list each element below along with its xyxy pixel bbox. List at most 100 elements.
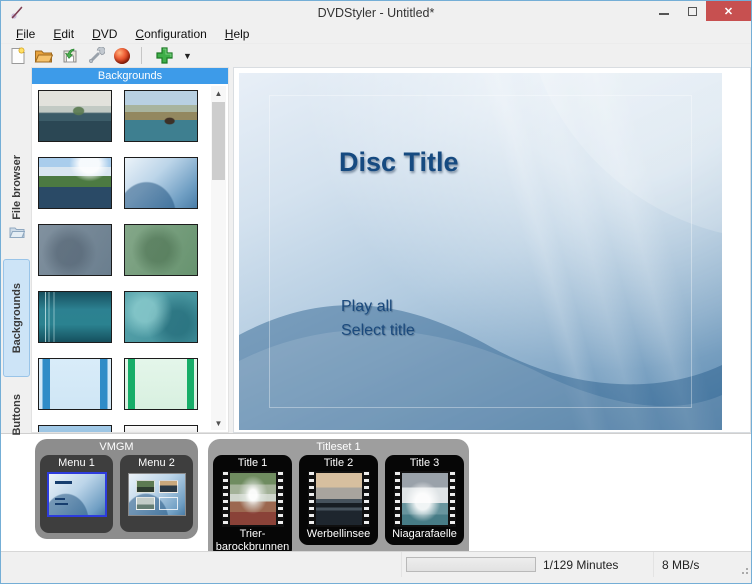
- side-tab-strip: File browser Backgrounds Buttons: [1, 67, 31, 433]
- tab-buttons-label: Buttons: [11, 394, 23, 436]
- mini-photo-1: [136, 480, 155, 493]
- menu-1-label: Menu 1: [42, 457, 111, 470]
- close-button[interactable]: ✕: [706, 1, 751, 21]
- background-thumbnail-blue-bars[interactable]: [38, 358, 112, 410]
- menu-button-play-all[interactable]: Play all: [341, 298, 393, 316]
- toolbar: ▼: [1, 44, 751, 67]
- title-3-item[interactable]: Title 3 Niagarafaelle: [385, 455, 464, 545]
- add-dropdown-caret[interactable]: ▼: [183, 51, 192, 61]
- menu-edit[interactable]: Edit: [44, 25, 83, 43]
- duration-text: 1/129 Minutes: [543, 558, 618, 572]
- disc-title-text[interactable]: Disc Title: [339, 147, 459, 178]
- background-thumbnail-silver-gradient[interactable]: [124, 425, 198, 433]
- burn-button[interactable]: [111, 46, 132, 66]
- backgrounds-pane-caption[interactable]: Backgrounds: [32, 68, 228, 84]
- title-1-filmstrip: [222, 471, 284, 527]
- waterfall-photo: [402, 473, 448, 525]
- background-thumbnail-coast-ship[interactable]: [124, 90, 198, 142]
- menu-2-label: Menu 2: [122, 457, 191, 470]
- titleset-group: Titleset 1 Title 1 Trier-barockbrunnen T…: [208, 439, 469, 564]
- tab-buttons[interactable]: Buttons: [3, 383, 30, 447]
- titleset-label: Titleset 1: [213, 441, 464, 454]
- dvdstyler-window: DVDStyler - Untitled* ✕ File Edit DVD Co…: [0, 0, 752, 584]
- title-1-item[interactable]: Title 1 Trier-barockbrunnen: [213, 455, 292, 558]
- status-field-bitrate: 8 MB/s: [654, 552, 751, 577]
- title-1-label: Title 1: [215, 457, 290, 470]
- bitrate-text: 8 MB/s: [662, 558, 699, 572]
- menu-configuration[interactable]: Configuration: [126, 25, 215, 43]
- main-area: File browser Backgrounds Buttons Backgro…: [1, 67, 751, 433]
- open-project-button[interactable]: [33, 46, 54, 66]
- mini-photo-3: [136, 497, 155, 510]
- title-bar[interactable]: DVDStyler - Untitled* ✕: [1, 1, 751, 24]
- title-browser: VMGM Menu 1 Menu 2: [1, 433, 751, 551]
- background-thumbnail-gray-blur[interactable]: [38, 224, 112, 276]
- background-thumbnail-teal-texture[interactable]: [124, 291, 198, 343]
- menu-help[interactable]: Help: [216, 25, 259, 43]
- maximize-button[interactable]: [678, 1, 706, 21]
- backgrounds-scrollbar[interactable]: ▲ ▼: [211, 86, 226, 430]
- window-title: DVDStyler - Untitled*: [1, 6, 751, 20]
- menu-editor[interactable]: Disc Title Play all Select title: [233, 67, 751, 433]
- title-3-label: Title 3: [387, 457, 462, 470]
- mini-photo-2: [159, 480, 178, 493]
- status-field-empty: [1, 552, 402, 577]
- title-2-filmstrip: [308, 471, 370, 527]
- capacity-gauge: [406, 557, 536, 572]
- save-project-button[interactable]: [59, 46, 80, 66]
- background-thumbnail-blue-gradient[interactable]: [38, 425, 112, 433]
- burn-disc-icon: [114, 48, 130, 64]
- status-bar: 1/129 Minutes 8 MB/s: [1, 551, 751, 577]
- mini-disc-title: [55, 481, 72, 484]
- menu-2-item[interactable]: Menu 2: [120, 455, 193, 532]
- minimize-button[interactable]: [650, 1, 678, 21]
- menu-canvas[interactable]: Disc Title Play all Select title: [239, 73, 722, 430]
- folder-icon: [9, 225, 25, 239]
- resize-grip[interactable]: [739, 565, 748, 574]
- title-2-caption: Werbellinsee: [301, 528, 376, 541]
- background-thumbnail-teal-stripes[interactable]: [38, 291, 112, 343]
- title-2-item[interactable]: Title 2 Werbellinsee: [299, 455, 378, 545]
- background-thumbnail-green-bars[interactable]: [124, 358, 198, 410]
- scroll-down-icon[interactable]: ▼: [211, 416, 226, 430]
- new-project-button[interactable]: [7, 46, 28, 66]
- scrollbar-thumb[interactable]: [212, 102, 225, 180]
- vmgm-label: VMGM: [40, 441, 193, 454]
- pier-photo: [316, 473, 362, 525]
- mini-select-title: [55, 503, 68, 505]
- fountain-photo: [230, 473, 276, 525]
- scroll-up-icon[interactable]: ▲: [211, 86, 226, 100]
- menu-file[interactable]: File: [7, 25, 44, 43]
- settings-wrench-icon: [87, 47, 105, 65]
- vmgm-group: VMGM Menu 1 Menu 2: [35, 439, 198, 539]
- save-project-icon: [61, 47, 79, 65]
- title-3-filmstrip: [394, 471, 456, 527]
- mini-empty-frame: [159, 497, 178, 510]
- add-button[interactable]: [151, 46, 177, 66]
- background-thumbnail-sea-island[interactable]: [38, 90, 112, 142]
- open-project-icon: [34, 47, 53, 65]
- tab-backgrounds-label: Backgrounds: [11, 283, 23, 353]
- menu-1-thumbnail: [47, 472, 107, 517]
- status-field-capacity: 1/129 Minutes: [402, 552, 654, 577]
- menu-2-thumbnail: [128, 473, 186, 516]
- new-project-icon: [9, 47, 27, 65]
- backgrounds-panel: Backgrounds ▲ ▼: [31, 67, 229, 433]
- settings-button[interactable]: [85, 46, 106, 66]
- menu-button-select-title[interactable]: Select title: [341, 322, 415, 340]
- tab-backgrounds[interactable]: Backgrounds: [3, 259, 30, 377]
- menu-dvd[interactable]: DVD: [83, 25, 126, 43]
- tab-file-browser[interactable]: File browser: [3, 141, 30, 253]
- background-thumbnail-blue-waves[interactable]: [124, 157, 198, 209]
- title-3-caption: Niagarafaelle: [387, 528, 462, 541]
- add-plus-icon: [155, 46, 174, 65]
- menu-bar: File Edit DVD Configuration Help: [1, 24, 751, 44]
- menu-1-item[interactable]: Menu 1: [40, 455, 113, 533]
- mini-play-all: [55, 498, 65, 500]
- backgrounds-grid: [32, 84, 228, 433]
- safe-area-frame: [269, 95, 692, 408]
- background-thumbnail-lake-forest[interactable]: [38, 157, 112, 209]
- tab-file-browser-label: File browser: [11, 155, 23, 220]
- background-thumbnail-green-blur[interactable]: [124, 224, 198, 276]
- toolbar-separator: [141, 47, 142, 64]
